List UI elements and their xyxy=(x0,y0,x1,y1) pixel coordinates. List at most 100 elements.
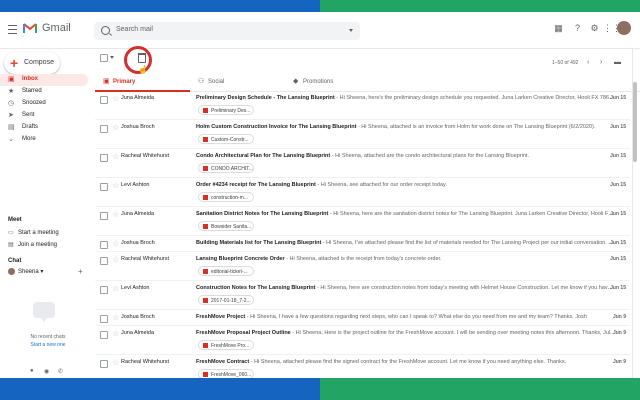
join-meeting-item[interactable]: ▤ Join a meeting xyxy=(8,241,57,248)
email-row[interactable]: ☆ Joshua Broch Holm Custom Construction In… xyxy=(95,121,630,149)
email-row[interactable]: ☆ Levi Ashton Order #4234 receipt for The … xyxy=(95,179,630,207)
tab-social[interactable]: ⚇ Social xyxy=(190,74,285,90)
star-icon[interactable]: ☆ xyxy=(112,239,119,248)
no-chats-text: No recent chats xyxy=(30,334,66,340)
row-checkbox[interactable] xyxy=(100,257,108,265)
sidebar-item-sent[interactable]: ➤ Sent xyxy=(0,110,88,122)
star-icon[interactable]: ☆ xyxy=(112,94,119,103)
video-icon: ▭ xyxy=(8,230,14,236)
email-subject: Order #4234 receipt for The Lansing Blue… xyxy=(196,182,316,188)
email-sender: Joshua Broch xyxy=(121,124,155,130)
search-bar[interactable]: Search mail xyxy=(94,22,360,40)
brand-name: Gmail xyxy=(42,22,71,34)
chat-icon[interactable]: ◉ xyxy=(44,368,49,375)
email-row[interactable]: ☆ Racheal Whitehurst Condo Architectural P… xyxy=(95,150,630,178)
row-checkbox[interactable] xyxy=(100,154,108,162)
email-row[interactable]: ☆ Joshua Broch FreshMove Project - Hi Shee… xyxy=(95,311,630,326)
email-snippet: - Hi Sheena, here are construction notes… xyxy=(315,285,616,291)
email-row[interactable]: ☆ Racheal Whitehurst Lansing Blueprint Con… xyxy=(95,253,630,281)
star-icon[interactable]: ☆ xyxy=(112,284,119,293)
attachment-chip[interactable]: FreshMove Pro... xyxy=(198,340,254,350)
scrollbar-thumb[interactable] xyxy=(633,82,637,162)
attachment-chip[interactable]: 2017-01-18_7-2... xyxy=(198,295,254,305)
star-icon: ★ xyxy=(8,88,15,95)
row-checkbox[interactable] xyxy=(100,331,108,339)
tab-promotions[interactable]: ◆ Promotions xyxy=(285,74,380,90)
email-snippet: - Hi Sheena, attached are the condo arch… xyxy=(330,153,529,159)
start-meeting-item[interactable]: ▭ Start a meeting xyxy=(8,229,59,236)
attachment-chip[interactable]: FreshMove_060... xyxy=(198,369,254,378)
sidebar-item-label: More xyxy=(22,136,36,142)
newer-icon[interactable]: ‹ xyxy=(587,59,589,66)
row-checkbox[interactable] xyxy=(100,125,108,133)
attachment-chip[interactable]: construction-m... xyxy=(198,192,254,202)
attachment-chip[interactable]: Bowsider Sanita... xyxy=(198,221,254,231)
email-row[interactable]: ☆ Levi Ashton Construction Notes for The L… xyxy=(95,282,630,310)
email-snippet: - Hi Sheena, attached is the receipt fro… xyxy=(284,256,442,262)
email-date: Jun 9 xyxy=(612,359,626,365)
main-menu-icon[interactable] xyxy=(8,25,17,34)
star-icon[interactable]: ☆ xyxy=(112,210,119,219)
add-chat-icon[interactable]: + xyxy=(78,267,83,276)
account-avatar[interactable] xyxy=(617,21,631,35)
search-icon[interactable] xyxy=(101,26,110,35)
email-row[interactable]: ☆ Joshua Broch Building Materials list for… xyxy=(95,237,630,252)
row-checkbox[interactable] xyxy=(100,315,108,323)
pdf-icon xyxy=(203,372,208,377)
pdf-icon xyxy=(203,166,208,171)
row-checkbox[interactable] xyxy=(100,212,108,220)
row-checkbox[interactable] xyxy=(100,286,108,294)
search-input[interactable]: Search mail xyxy=(116,26,153,33)
phone-icon[interactable]: ✆ xyxy=(58,368,63,375)
star-icon[interactable]: ☆ xyxy=(112,313,119,322)
star-icon[interactable]: ☆ xyxy=(112,123,119,132)
sidebar-item-more[interactable]: ⌄ More xyxy=(0,134,88,146)
start-chat-link[interactable]: Start a new one xyxy=(18,342,78,348)
email-subject-line: Condo Architectural Plan for The Lansing… xyxy=(196,153,616,159)
density-icon[interactable]: ▬ xyxy=(614,59,621,66)
select-options-icon[interactable] xyxy=(110,56,114,59)
search-options-icon[interactable] xyxy=(349,29,353,32)
sidebar-item-snoozed[interactable]: ◷ Snoozed xyxy=(0,98,88,110)
compose-button[interactable]: + Compose xyxy=(4,52,60,74)
email-sender: Levi Ashton xyxy=(121,285,150,291)
sidebar-item-inbox[interactable]: ▣ Inbox xyxy=(0,74,88,86)
row-checkbox[interactable] xyxy=(100,360,108,368)
pdf-icon xyxy=(203,343,208,348)
people-icon: ⚇ xyxy=(198,78,205,85)
star-icon[interactable]: ☆ xyxy=(112,152,119,161)
star-icon[interactable]: ☆ xyxy=(112,358,119,367)
select-all-checkbox[interactable] xyxy=(100,54,108,62)
email-subject: Lansing Blueprint Concrete Order xyxy=(196,256,285,262)
email-row[interactable]: ☆ Juna Almeida FreshMove Proposal Project … xyxy=(95,327,630,355)
row-checkbox[interactable] xyxy=(100,96,108,104)
person-icon[interactable]: ● xyxy=(30,368,34,374)
email-row[interactable]: ☆ Juna Almeida Preliminary Design Schedule… xyxy=(95,92,630,120)
star-icon[interactable]: ☆ xyxy=(112,255,119,264)
tab-primary[interactable]: ▣ Primary xyxy=(95,74,190,92)
attachment-chip[interactable]: Preliminary Des... xyxy=(198,105,254,115)
attachment-name: Custom-Constr... xyxy=(211,136,249,143)
older-icon[interactable]: › xyxy=(600,59,602,66)
attachment-chip[interactable]: Custom-Constr... xyxy=(198,134,254,144)
sidebar-item-drafts[interactable]: ▤ Drafts xyxy=(0,122,88,134)
sidebar-item-label: Drafts xyxy=(22,124,39,130)
sidebar-item-starred[interactable]: ★ Starred xyxy=(0,86,88,98)
email-row[interactable]: ☆ Racheal Whitehurst FreshMove Contract - … xyxy=(95,356,630,378)
help-icon[interactable]: ? xyxy=(572,23,583,34)
settings-icon[interactable]: ⚙ xyxy=(589,23,600,34)
star-icon[interactable]: ☆ xyxy=(112,329,119,338)
attachment-chip[interactable]: CONDO ARCHIT... xyxy=(198,163,254,173)
meet-title: Meet xyxy=(8,217,22,223)
email-row[interactable]: ☆ Juna Almeida Sanitation District Notes f… xyxy=(95,208,630,236)
chat-user[interactable]: Sheena ▾ xyxy=(8,268,43,275)
star-icon[interactable]: ☆ xyxy=(112,181,119,190)
email-sender: Joshua Broch xyxy=(121,314,155,320)
row-checkbox[interactable] xyxy=(100,183,108,191)
row-checkbox[interactable] xyxy=(100,241,108,249)
attachment-chip[interactable]: editorial-ticket-... xyxy=(198,266,254,276)
email-subject: Construction Notes for The Lansing Bluep… xyxy=(196,285,316,291)
apps-sidebar-icon[interactable]: ▦ xyxy=(553,23,564,34)
email-date: Jun 15 xyxy=(610,124,626,130)
apps-grid-icon[interactable]: ⋮⋮ xyxy=(603,23,621,34)
